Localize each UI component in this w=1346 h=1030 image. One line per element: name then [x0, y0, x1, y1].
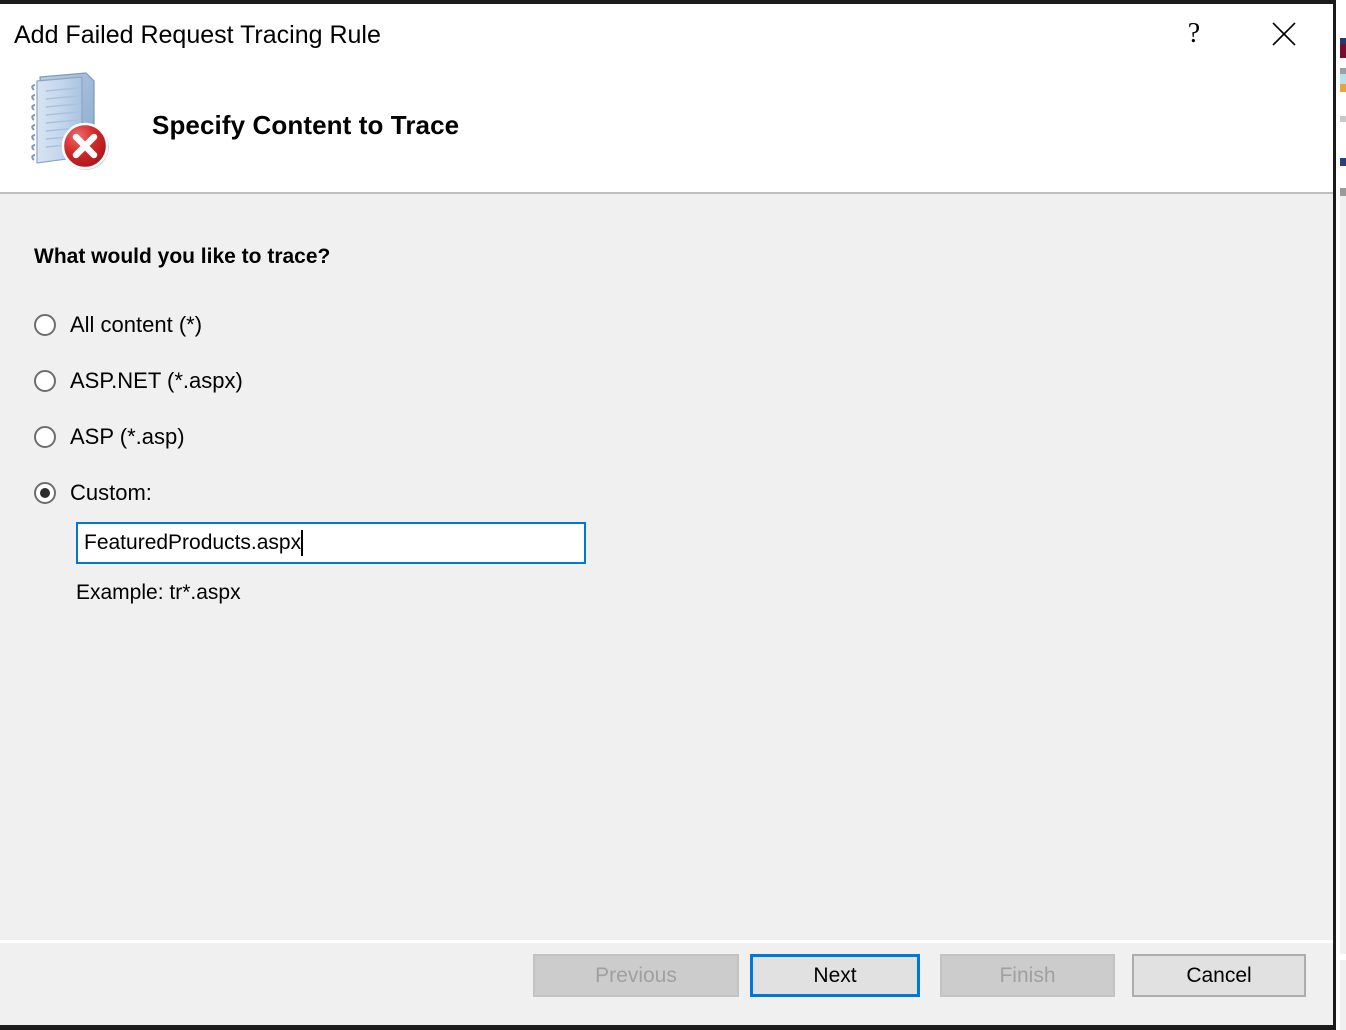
radio-label-all-content: All content (*) [70, 312, 203, 337]
radio-label-custom: Custom: [70, 480, 152, 505]
radio-indicator-asp-net[interactable] [34, 370, 56, 392]
wizard-header: Specify Content to Trace [0, 66, 1333, 194]
next-button-label: Next [813, 963, 857, 987]
example-hint: Example: tr*.aspx [76, 581, 241, 604]
question-mark-icon: ? [1187, 18, 1201, 49]
close-button[interactable] [1253, 4, 1315, 64]
trace-content-radio-group: All content (*) ASP.NET (*.aspx) ASP (*.… [34, 308, 243, 532]
help-button[interactable]: ? [1163, 4, 1225, 64]
radio-label-asp-net: ASP.NET (*.aspx) [70, 368, 243, 393]
radio-indicator-all-content[interactable] [34, 314, 56, 336]
custom-pattern-field-group: FeaturedProducts.aspx Example: tr*.aspx [76, 522, 586, 605]
notebook-error-icon [24, 71, 116, 175]
custom-pattern-input[interactable]: FeaturedProducts.aspx [76, 522, 586, 564]
custom-pattern-value: FeaturedProducts.aspx [84, 531, 302, 554]
question-label: What would you like to trace? [34, 245, 331, 268]
radio-option-custom[interactable]: Custom: [34, 476, 243, 510]
close-icon [1271, 21, 1297, 47]
title-bar: Add Failed Request Tracing Rule ? [0, 4, 1333, 66]
radio-label-asp: ASP (*.asp) [70, 424, 185, 449]
previous-button[interactable]: Previous [533, 954, 739, 997]
radio-option-all-content[interactable]: All content (*) [34, 308, 243, 342]
text-caret [301, 530, 304, 556]
radio-option-asp-net[interactable]: ASP.NET (*.aspx) [34, 364, 243, 398]
finish-button-label: Finish [999, 963, 1056, 987]
add-failed-request-tracing-rule-dialog: Add Failed Request Tracing Rule ? Specif… [0, 0, 1336, 1030]
background-window-sliver [1336, 0, 1346, 1030]
next-button[interactable]: Next [750, 954, 920, 997]
page-title: Specify Content to Trace [152, 110, 460, 140]
finish-button[interactable]: Finish [940, 954, 1115, 997]
cancel-button[interactable]: Cancel [1132, 954, 1306, 997]
window-title: Add Failed Request Tracing Rule [14, 21, 381, 49]
cancel-button-label: Cancel [1186, 963, 1252, 987]
radio-indicator-asp[interactable] [34, 426, 56, 448]
previous-button-label: Previous [595, 963, 677, 987]
dialog-footer: Previous Next Finish Cancel [0, 940, 1333, 1025]
dialog-body: What would you like to trace? All conten… [0, 194, 1333, 940]
radio-option-asp[interactable]: ASP (*.asp) [34, 420, 243, 454]
radio-indicator-custom[interactable] [34, 482, 56, 504]
